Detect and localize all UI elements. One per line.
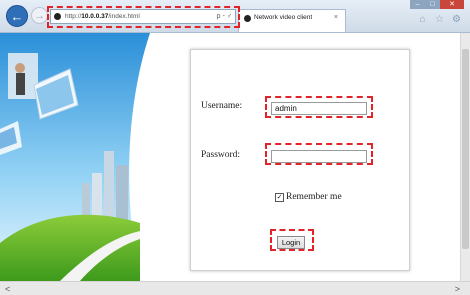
- vertical-scroll-thumb[interactable]: [462, 49, 469, 249]
- address-bar[interactable]: http://10.0.0.37/index.html ρ - ♂: [50, 9, 236, 24]
- banner-image: [0, 33, 150, 281]
- forward-arrow-icon[interactable]: →: [31, 7, 48, 24]
- tab-title: Network video client: [254, 14, 313, 21]
- favorites-star-icon[interactable]: ☆: [434, 14, 445, 25]
- password-input[interactable]: [271, 150, 367, 163]
- back-arrow-icon[interactable]: ←: [6, 5, 28, 27]
- password-label: Password:: [201, 150, 241, 160]
- username-label: Username:: [201, 101, 243, 111]
- window-controls: – □ ✕: [410, 0, 464, 9]
- home-icon[interactable]: ⌂: [417, 14, 428, 25]
- horizontal-scrollbar[interactable]: < >: [0, 281, 470, 295]
- vertical-scrollbar[interactable]: [460, 33, 470, 281]
- scroll-right-icon[interactable]: >: [455, 283, 460, 295]
- site-icon: [54, 13, 61, 20]
- close-window-button[interactable]: ✕: [440, 0, 464, 9]
- remember-me-label: Remember me: [286, 192, 342, 202]
- search-refresh-icon[interactable]: ρ - ♂: [217, 11, 232, 22]
- scroll-left-icon[interactable]: <: [5, 283, 10, 295]
- page-content: Username: admin Password: ✓ Remember me …: [0, 33, 460, 281]
- settings-gear-icon[interactable]: ⚙: [451, 14, 462, 25]
- toolbar-icons: ⌂ ☆ ⚙: [417, 14, 462, 25]
- address-url: http://10.0.0.37/index.html: [65, 13, 140, 20]
- tab-favicon-icon: [244, 15, 251, 22]
- browser-toolbar: ← → http://10.0.0.37/index.html ρ - ♂ Ne…: [0, 0, 470, 33]
- login-panel: Username: admin Password: ✓ Remember me …: [190, 49, 410, 271]
- tab-close-icon[interactable]: ×: [334, 12, 338, 23]
- minimize-button[interactable]: –: [410, 0, 425, 9]
- remember-me-checkbox[interactable]: ✓: [275, 192, 284, 202]
- tab-network-video-client[interactable]: Network video client ×: [238, 9, 346, 32]
- username-input[interactable]: admin: [271, 102, 367, 115]
- login-button[interactable]: Login: [277, 236, 305, 249]
- browser-window: ← → http://10.0.0.37/index.html ρ - ♂ Ne…: [0, 0, 470, 295]
- maximize-button[interactable]: □: [425, 0, 440, 9]
- remember-me-row: ✓ Remember me: [275, 192, 342, 202]
